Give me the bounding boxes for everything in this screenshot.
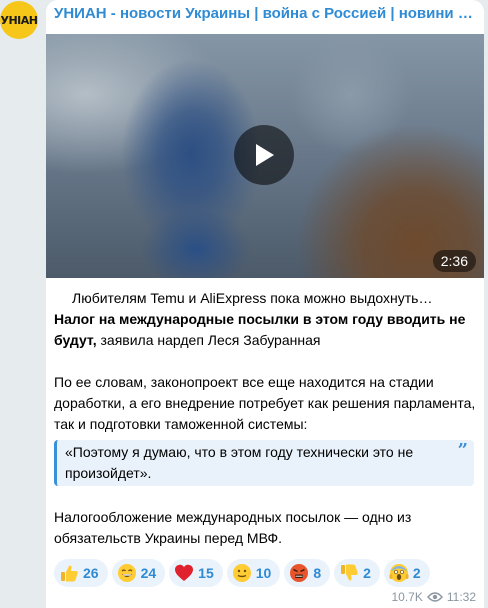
video-duration: 2:36 [432, 250, 476, 272]
thumbs-up-icon [61, 565, 78, 582]
message-bubble: УНИАН - новости Украины | война с Россие… [46, 0, 484, 608]
post-lead-rest: заявила нардеп Леся Забуранная [96, 332, 321, 348]
play-icon [256, 144, 274, 166]
reaction-count: 2 [363, 565, 371, 581]
channel-avatar[interactable]: УНIAН [0, 1, 38, 39]
message-time: 11:32 [446, 590, 476, 604]
channel-title[interactable]: УНИАН - новости Украины | война с Россие… [54, 5, 479, 25]
thumbs-down-icon [341, 564, 358, 581]
smiling-face-icon [232, 564, 251, 582]
blockquote: «Поэтому я думаю, что в этом году технич… [54, 440, 474, 486]
message-meta: 10.7K 11:32 [392, 590, 477, 604]
post-lead: Налог на международные посылки в этом го… [54, 309, 479, 351]
message-text: Любителям Temu и AliExpress пока можно в… [54, 288, 479, 549]
play-button[interactable] [234, 125, 294, 185]
post-paragraph-2: По ее словам, законопроект все еще наход… [54, 374, 476, 432]
screaming-face-icon [389, 564, 409, 582]
quote-text: «Поэтому я думаю, что в этом году технич… [65, 444, 414, 481]
reaction-heart[interactable]: 15 [169, 559, 223, 587]
reaction-thumbs-up[interactable]: 26 [54, 559, 108, 587]
reaction-angry[interactable]: 8 [284, 559, 331, 587]
reactions-bar: 26 24 15 10 8 2 2 [54, 559, 430, 587]
reaction-count: 24 [140, 565, 157, 581]
reaction-thumbs-down[interactable]: 2 [334, 559, 380, 587]
video-preview[interactable]: 2:36 [46, 34, 484, 278]
reaction-count: 26 [83, 565, 99, 581]
view-count: 10.7K [391, 590, 423, 604]
avatar-logo-text: УНIAН [0, 13, 39, 27]
reaction-count: 15 [198, 565, 214, 581]
reaction-count: 10 [255, 565, 272, 581]
reaction-screaming[interactable]: 2 [383, 559, 430, 587]
reaction-count: 2 [412, 565, 421, 581]
reaction-count: 8 [313, 565, 322, 581]
reaction-grinning[interactable]: 24 [111, 559, 166, 587]
angry-face-icon [290, 564, 309, 582]
post-paragraph-3: Налогообложение международных посылок — … [54, 509, 412, 546]
grinning-face-icon [117, 564, 136, 582]
eye-icon [426, 592, 443, 602]
red-heart-icon [175, 564, 194, 581]
reaction-smiling[interactable]: 10 [226, 559, 281, 587]
quote-icon: ” [457, 440, 468, 461]
post-intro: Любителям Temu и AliExpress пока можно в… [72, 290, 433, 306]
